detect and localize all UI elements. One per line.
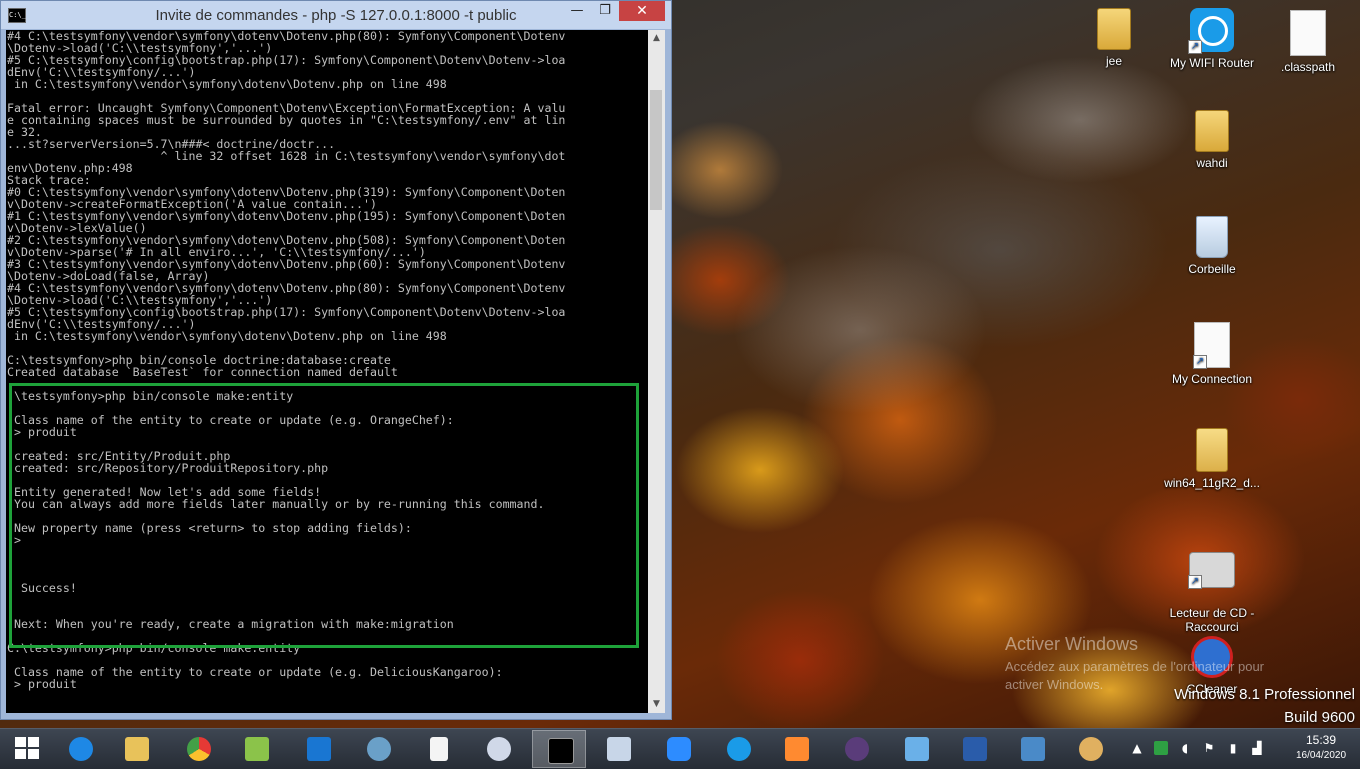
notepad-icon <box>245 737 269 761</box>
activation-watermark-title: Activer Windows <box>1005 634 1139 654</box>
desktop-icon-classpath[interactable]: .classpath <box>1260 10 1356 74</box>
desktop-icon-label: jee <box>1105 54 1122 68</box>
console-text-after: C:\testsymfony>php bin/console make:enti… <box>7 641 503 691</box>
taskbar-snipping[interactable] <box>472 730 526 768</box>
taskbar-word[interactable] <box>948 730 1002 768</box>
desktop-icon-label: My WIFI Router <box>1169 56 1254 70</box>
desktop-icon-label: My Connection <box>1171 372 1253 386</box>
shortcut-arrow-icon: ↗ <box>1188 575 1202 589</box>
wifi-router-icon: ↗ <box>1188 8 1234 54</box>
close-button[interactable]: ✕ <box>619 1 665 21</box>
shortcut-arrow-icon: ↗ <box>1193 355 1207 369</box>
console-text-before: #4 C:\testsymfony\vendor\symfony\dotenv\… <box>7 30 566 379</box>
scroll-thumb[interactable] <box>650 90 662 210</box>
app-icon <box>905 737 929 761</box>
desktop-icon-wahdi[interactable]: wahdi <box>1164 110 1260 170</box>
desktop-icon-label: wahdi <box>1196 156 1228 170</box>
dvd-drive-icon: ↗ <box>1188 552 1235 589</box>
clock-date: 16/04/2020 <box>1295 750 1347 761</box>
desktop-icon-wifi-router[interactable]: ↗ My WIFI Router <box>1164 8 1260 70</box>
minimize-button[interactable]: — <box>563 1 591 21</box>
scissors-icon <box>487 737 511 761</box>
desktop-icon-label: Lecteur de CD - Raccourci <box>1169 606 1255 634</box>
network-icon[interactable]: ▟ <box>1250 741 1264 755</box>
taskbar-zoom[interactable] <box>652 730 706 768</box>
cmd-window[interactable]: C:\_ Invite de commandes - php -S 127.0.… <box>0 0 672 720</box>
console-text-highlighted: :\testsymfony>php bin/console make:entit… <box>7 389 545 631</box>
ie-icon <box>69 737 93 761</box>
taskbar-cmd[interactable] <box>532 730 586 768</box>
tray-app-icon[interactable] <box>1154 741 1168 755</box>
taskbar-vscode[interactable] <box>292 730 346 768</box>
folder-icon <box>1097 8 1131 50</box>
taskbar-photos[interactable] <box>1006 730 1060 768</box>
document-icon <box>1290 10 1326 56</box>
scroll-up-arrow-icon[interactable]: ▲ <box>648 30 665 47</box>
os-name: Windows 8.1 Professionnel <box>1174 686 1355 703</box>
window-icon <box>607 737 631 761</box>
system-clock[interactable]: 15:39 16/04/2020 <box>1284 733 1358 763</box>
media-icon <box>785 737 809 761</box>
taskbar-media-player[interactable] <box>770 730 824 768</box>
windows-logo-icon <box>15 737 39 761</box>
scroll-down-arrow-icon[interactable]: ▼ <box>648 696 665 713</box>
battery-icon[interactable]: ▮ <box>1226 741 1240 755</box>
taskbar-wifi-router[interactable] <box>712 730 766 768</box>
recycle-bin-icon <box>1196 216 1228 258</box>
zoom-icon <box>667 737 691 761</box>
flag-icon[interactable]: ⚑ <box>1202 741 1216 755</box>
taskbar-app-globe[interactable] <box>352 730 406 768</box>
taskbar-java-ee-ide[interactable] <box>830 730 884 768</box>
vscode-icon <box>307 737 331 761</box>
clock-time: 15:39 <box>1305 733 1337 747</box>
console-output[interactable]: #4 C:\testsymfony\vendor\symfony\dotenv\… <box>6 30 648 713</box>
vertical-scrollbar[interactable]: ▲ ▼ <box>648 30 665 713</box>
taskbar-paint[interactable] <box>1064 730 1118 768</box>
maximize-button[interactable]: ❐ <box>591 1 619 21</box>
wifi-icon <box>727 737 751 761</box>
document-icon <box>430 737 448 761</box>
desktop-icon-recycle-bin[interactable]: Corbeille <box>1164 216 1260 276</box>
java-ide-icon <box>845 737 869 761</box>
cmd-icon <box>548 738 574 764</box>
start-button[interactable] <box>0 730 54 768</box>
taskbar-app-blue[interactable] <box>890 730 944 768</box>
desktop-icon-cd-drive[interactable]: ↗ Lecteur de CD - Raccourci <box>1164 530 1260 648</box>
desktop-icon-label: win64_11gR2_d... <box>1164 476 1260 490</box>
globe-icon <box>367 737 391 761</box>
photo-icon <box>1021 737 1045 761</box>
desktop-icon-win64[interactable]: win64_11gR2_d... <box>1164 428 1260 490</box>
taskbar-document[interactable] <box>412 730 466 768</box>
volume-icon[interactable]: ◖ <box>1178 741 1192 755</box>
word-icon <box>963 737 987 761</box>
taskbar-chrome[interactable] <box>172 730 226 768</box>
tray-chevron-icon[interactable]: ▲ <box>1130 741 1144 755</box>
palette-icon <box>1079 737 1103 761</box>
taskbar-notepad-plus[interactable] <box>230 730 284 768</box>
desktop-icon-label: Corbeille <box>1188 262 1236 276</box>
window-titlebar[interactable]: C:\_ Invite de commandes - php -S 127.0.… <box>1 1 671 29</box>
taskbar-app-window[interactable] <box>592 730 646 768</box>
zip-folder-icon <box>1196 428 1228 472</box>
taskbar-file-explorer[interactable] <box>110 730 164 768</box>
document-icon: ↗ <box>1193 322 1230 369</box>
chrome-icon <box>187 737 211 761</box>
folder-icon <box>125 737 149 761</box>
desktop-icon-my-connection[interactable]: ↗ My Connection <box>1164 322 1260 386</box>
os-build: Build 9600 <box>1284 709 1355 726</box>
shortcut-arrow-icon: ↗ <box>1188 40 1202 54</box>
taskbar: ▲ ◖ ⚑ ▮ ▟ 15:39 16/04/2020 <box>0 728 1360 769</box>
taskbar-internet-explorer[interactable] <box>54 730 108 768</box>
folder-icon <box>1195 110 1229 152</box>
desktop-icon-jee[interactable]: jee <box>1066 8 1162 68</box>
desktop-icon-label: .classpath <box>1280 60 1336 74</box>
